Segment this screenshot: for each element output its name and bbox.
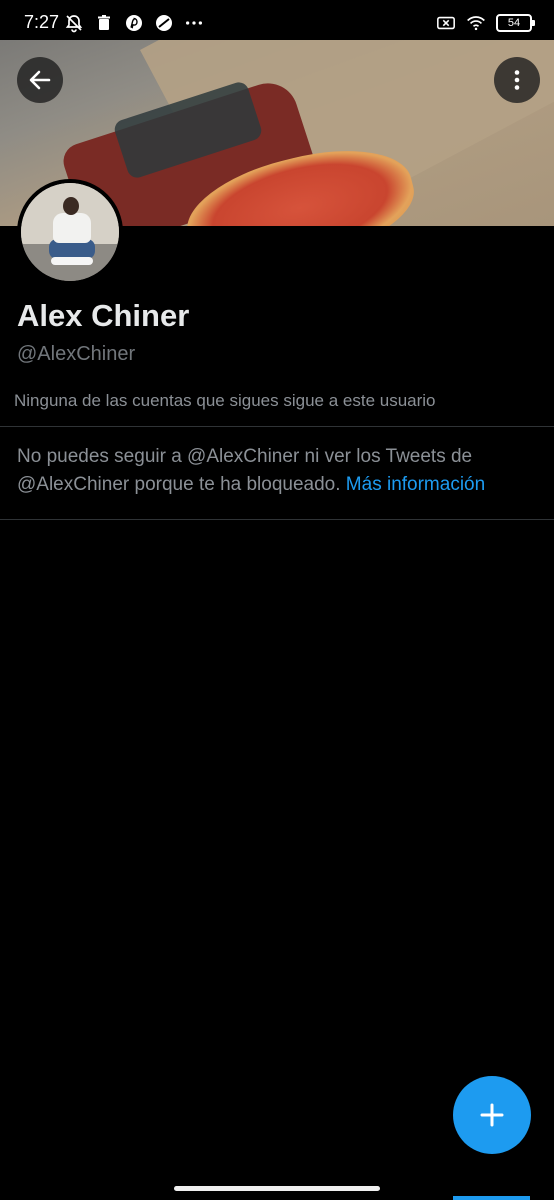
plus-icon xyxy=(480,1103,504,1127)
wifi-icon xyxy=(466,13,486,33)
status-left-icons xyxy=(64,11,204,35)
home-indicator[interactable] xyxy=(174,1186,380,1191)
more-options-button[interactable] xyxy=(494,57,540,103)
compose-tweet-button[interactable] xyxy=(453,1076,531,1154)
mute-bell-icon xyxy=(64,13,84,33)
blocked-message: No puedes seguir a @AlexChiner ni ver lo… xyxy=(17,443,537,499)
status-bar: 7:27 54 xyxy=(0,0,554,44)
battery-icon: 54 xyxy=(496,14,535,32)
avatar-person-shoes xyxy=(51,257,93,265)
trash-icon xyxy=(94,13,114,33)
more-dots-icon xyxy=(184,13,204,33)
avatar[interactable] xyxy=(17,179,123,285)
status-right-icons: 54 xyxy=(436,11,535,35)
followers-you-know-note: Ninguna de las cuentas que sigues sigue … xyxy=(14,391,436,410)
sim-x-icon xyxy=(436,13,456,33)
back-button[interactable] xyxy=(17,57,63,103)
bottom-accent-bar xyxy=(453,1196,530,1200)
divider xyxy=(0,519,554,520)
avatar-person-head xyxy=(63,197,79,215)
avatar-person-body xyxy=(53,213,91,243)
vertical-dots-icon xyxy=(514,70,520,90)
profile-handle: @AlexChiner xyxy=(17,343,136,365)
profile-name: Alex Chiner xyxy=(17,298,190,333)
pinterest-icon xyxy=(124,13,144,33)
learn-more-link[interactable]: Más información xyxy=(346,474,485,495)
avatar-image xyxy=(21,183,119,281)
status-time: 7:27 xyxy=(24,12,60,32)
arrow-left-icon xyxy=(29,70,51,90)
divider xyxy=(0,426,554,427)
app-icon xyxy=(154,13,174,33)
